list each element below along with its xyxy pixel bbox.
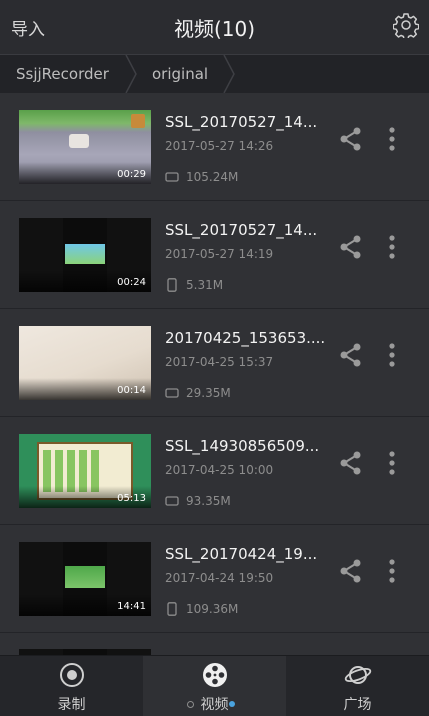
gear-icon[interactable]: [393, 12, 419, 38]
chevron-right-icon: [223, 55, 235, 93]
share-icon[interactable]: [338, 450, 364, 476]
share-icon[interactable]: [338, 234, 364, 260]
chevron-right-icon: [125, 55, 137, 93]
breadcrumb: SsjjRecorder original: [0, 54, 429, 94]
thumbnail-detail: [131, 114, 145, 128]
thumbnail-detail: [69, 134, 89, 148]
video-duration: 00:29: [117, 169, 146, 180]
video-name: SSL_20170527_14...: [165, 221, 318, 239]
video-duration: 00:24: [117, 277, 146, 288]
video-name: SSL_20170424_19...: [165, 545, 318, 563]
video-date: 2017-04-25 15:37: [165, 355, 274, 369]
tab-plaza[interactable]: 广场: [286, 656, 429, 716]
planet-icon: [344, 666, 372, 684]
video-duration: 00:14: [117, 385, 146, 396]
video-name: 20170425_153653....: [165, 329, 326, 347]
video-size: 29.35M: [186, 386, 231, 400]
video-thumbnail[interactable]: 00:29: [19, 110, 151, 184]
video-name: SSL_14930856509...: [165, 437, 320, 455]
video-thumbnail[interactable]: 00:14: [19, 326, 151, 400]
video-size: 109.36M: [186, 602, 239, 616]
share-icon[interactable]: [338, 558, 364, 584]
film-reel-icon: [203, 663, 227, 687]
video-size: 105.24M: [186, 170, 239, 184]
video-list[interactable]: 00:29 SSL_20170527_14... 2017-05-27 14:2…: [0, 93, 429, 655]
video-name: SSL_20170527_14...: [165, 113, 318, 131]
breadcrumb-item-current[interactable]: original: [152, 65, 208, 83]
video-date: 2017-05-27 14:19: [165, 247, 274, 261]
thumbnail-detail: [65, 566, 105, 588]
video-duration: 14:41: [117, 601, 146, 612]
video-date: 2017-05-27 14:26: [165, 139, 274, 153]
share-icon[interactable]: [338, 342, 364, 368]
video-thumbnail[interactable]: 00:24: [19, 218, 151, 292]
video-row[interactable]: [0, 633, 429, 655]
tab-record[interactable]: 录制: [0, 656, 143, 716]
video-row[interactable]: 14:41 SSL_20170424_19... 2017-04-24 19:5…: [0, 525, 429, 633]
more-vertical-icon[interactable]: [382, 342, 402, 368]
tab-label: 视频: [200, 697, 229, 713]
landscape-phone-icon: [165, 172, 179, 182]
page-indicator-dot-active: [229, 701, 235, 707]
tab-label: 录制: [57, 697, 86, 713]
page-title: 视频(10): [173, 17, 256, 41]
video-date: 2017-04-24 19:50: [165, 571, 274, 585]
thumbnail-detail: [65, 244, 105, 264]
top-bar: 导入 视频(10): [0, 0, 429, 54]
video-thumbnail[interactable]: 05:13: [19, 434, 151, 508]
more-vertical-icon[interactable]: [382, 234, 402, 260]
tab-label: 广场: [343, 697, 372, 713]
page-indicator-dot: [187, 701, 194, 708]
share-icon[interactable]: [338, 126, 364, 152]
more-vertical-icon[interactable]: [382, 558, 402, 584]
video-size: 93.35M: [186, 494, 231, 508]
video-size: 5.31M: [186, 278, 224, 292]
video-date: 2017-04-25 10:00: [165, 463, 274, 477]
tab-videos[interactable]: 视频: [143, 656, 286, 716]
portrait-phone-icon: [167, 278, 177, 292]
video-row[interactable]: 00:29 SSL_20170527_14... 2017-05-27 14:2…: [0, 93, 429, 201]
video-thumbnail[interactable]: 14:41: [19, 542, 151, 616]
more-vertical-icon[interactable]: [382, 126, 402, 152]
landscape-phone-icon: [165, 496, 179, 506]
video-row[interactable]: 00:14 20170425_153653.... 2017-04-25 15:…: [0, 309, 429, 417]
landscape-phone-icon: [165, 388, 179, 398]
video-row[interactable]: 00:24 SSL_20170527_14... 2017-05-27 14:1…: [0, 201, 429, 309]
more-vertical-icon[interactable]: [382, 450, 402, 476]
video-row[interactable]: 05:13 SSL_14930856509... 2017-04-25 10:0…: [0, 417, 429, 525]
bottom-tab-bar: 录制 视频 广场: [0, 655, 429, 716]
video-duration: 05:13: [117, 493, 146, 504]
breadcrumb-item-root[interactable]: SsjjRecorder: [16, 65, 109, 83]
record-icon: [60, 663, 84, 687]
portrait-phone-icon: [167, 602, 177, 616]
